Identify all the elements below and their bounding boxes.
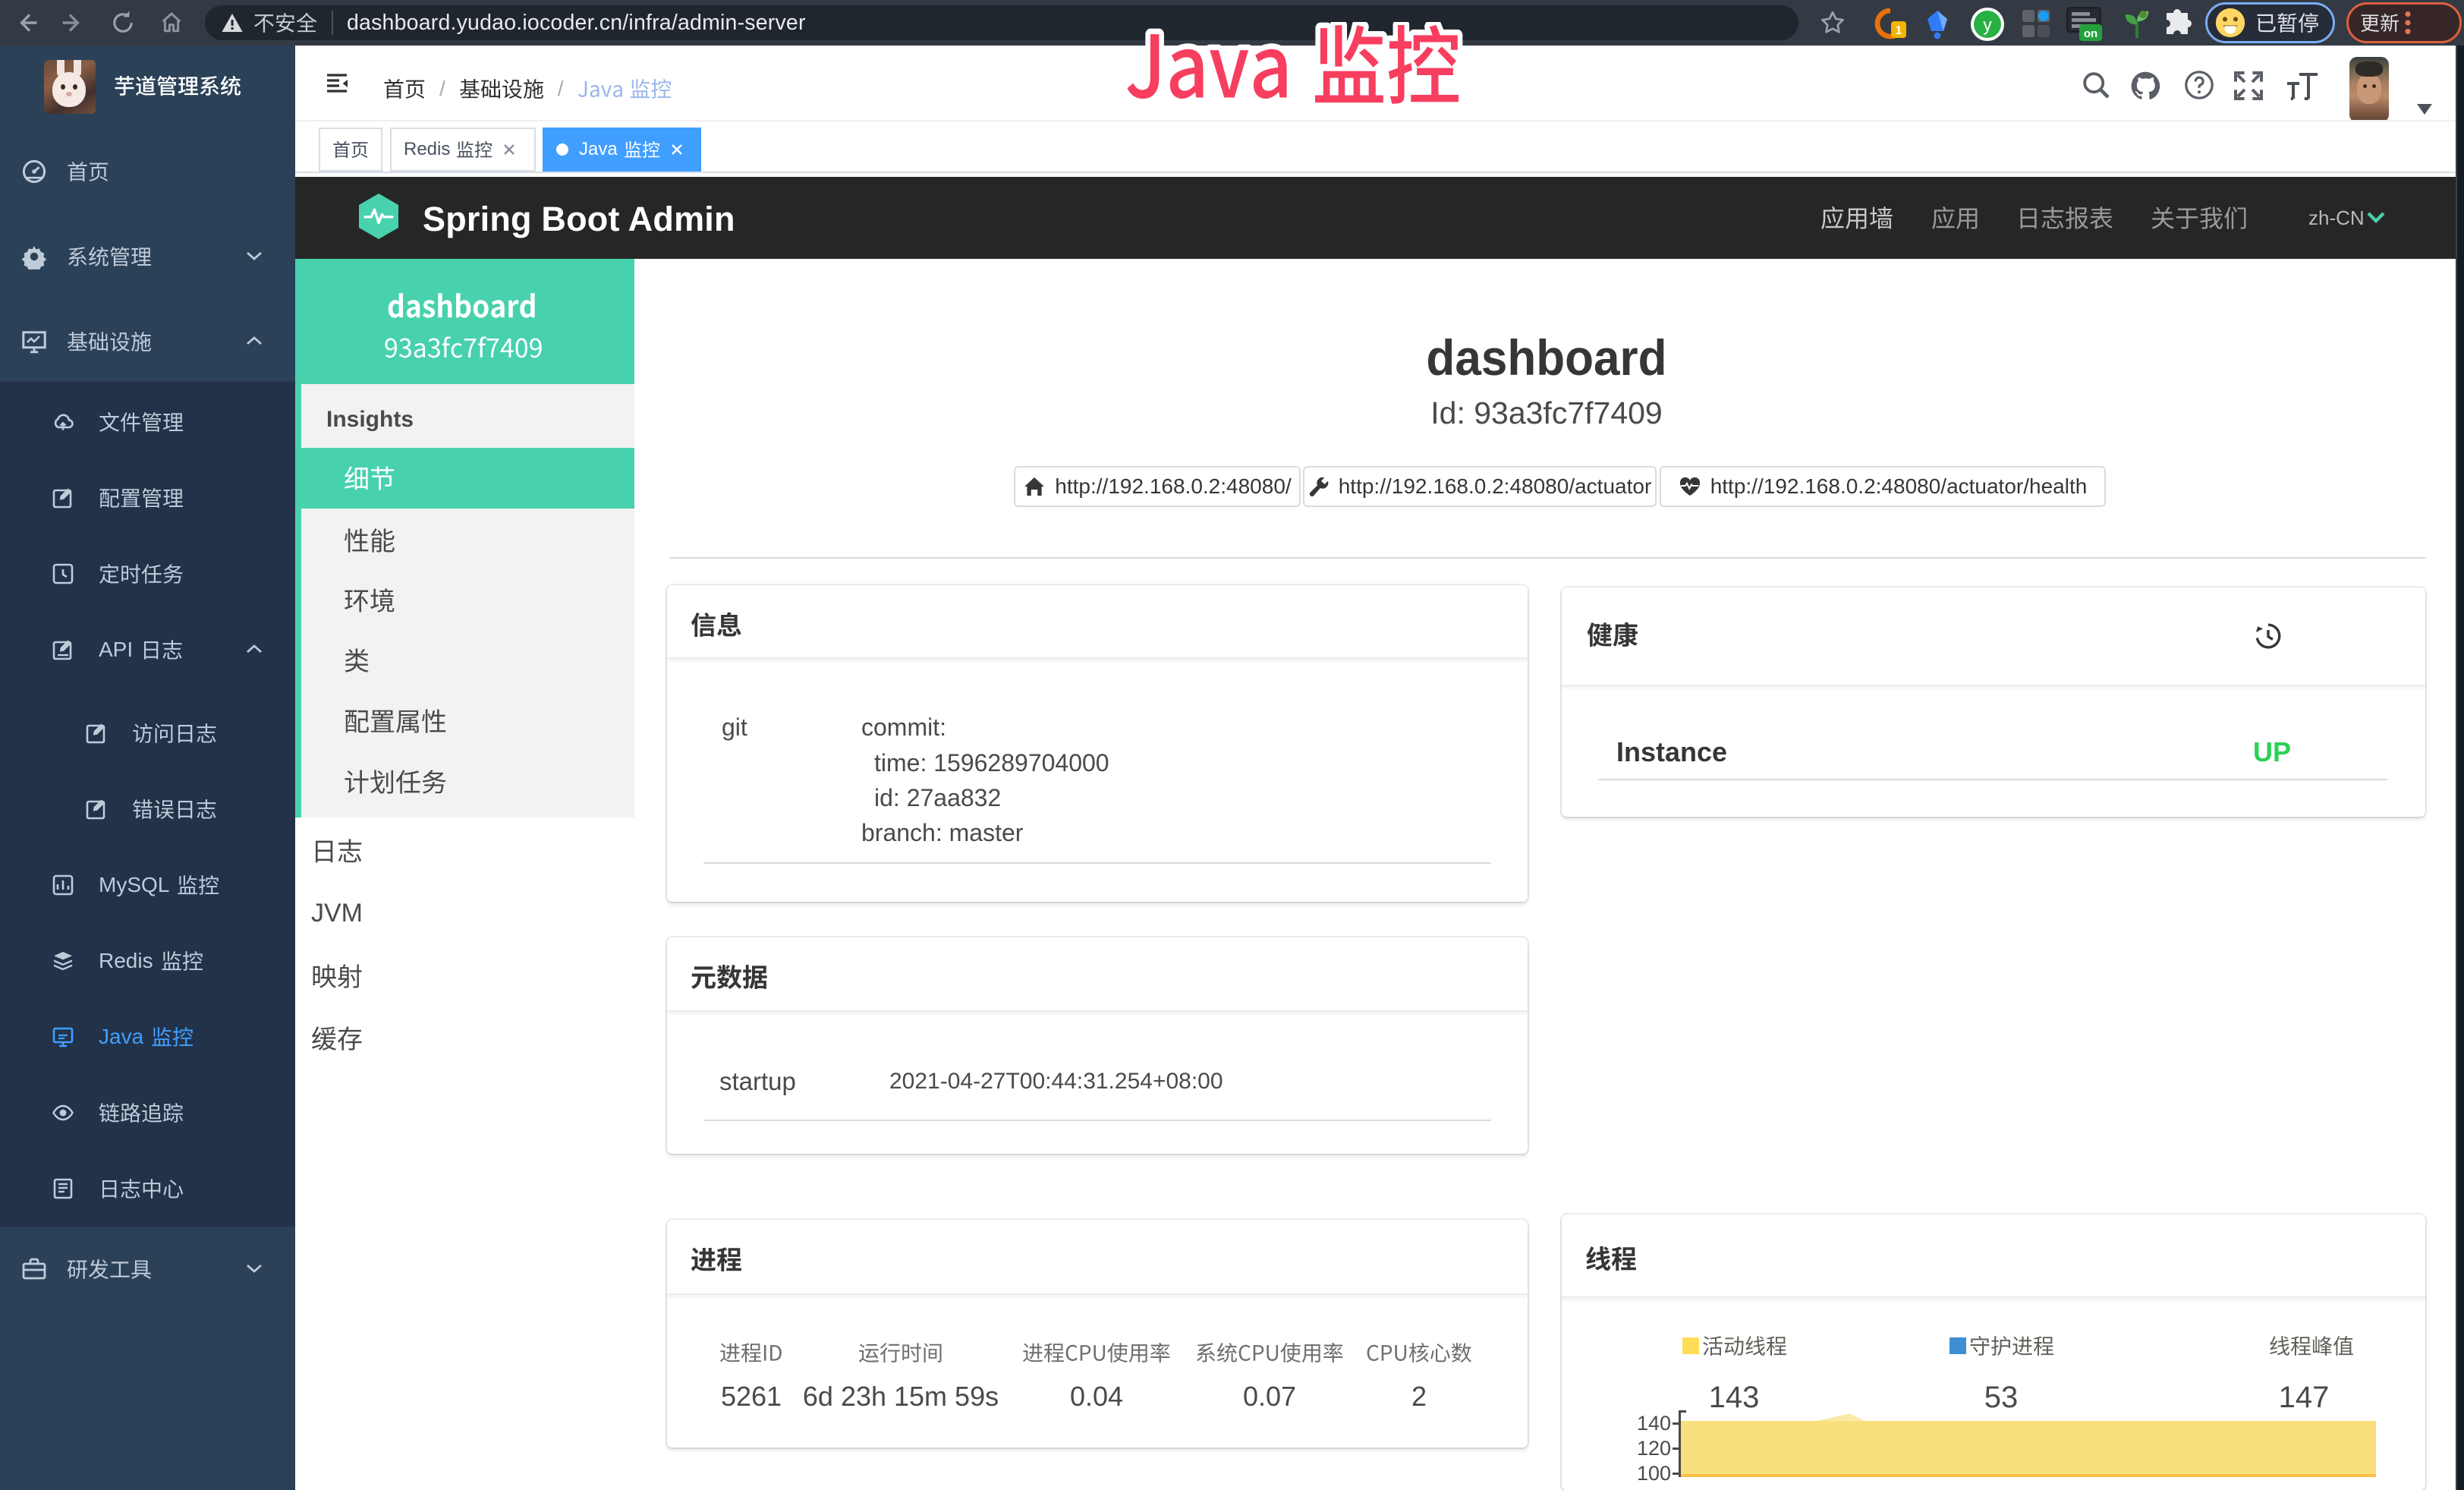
svg-text:y: y	[1983, 15, 1992, 35]
svg-text:on: on	[2084, 27, 2097, 40]
svg-text:1: 1	[1896, 24, 1902, 37]
